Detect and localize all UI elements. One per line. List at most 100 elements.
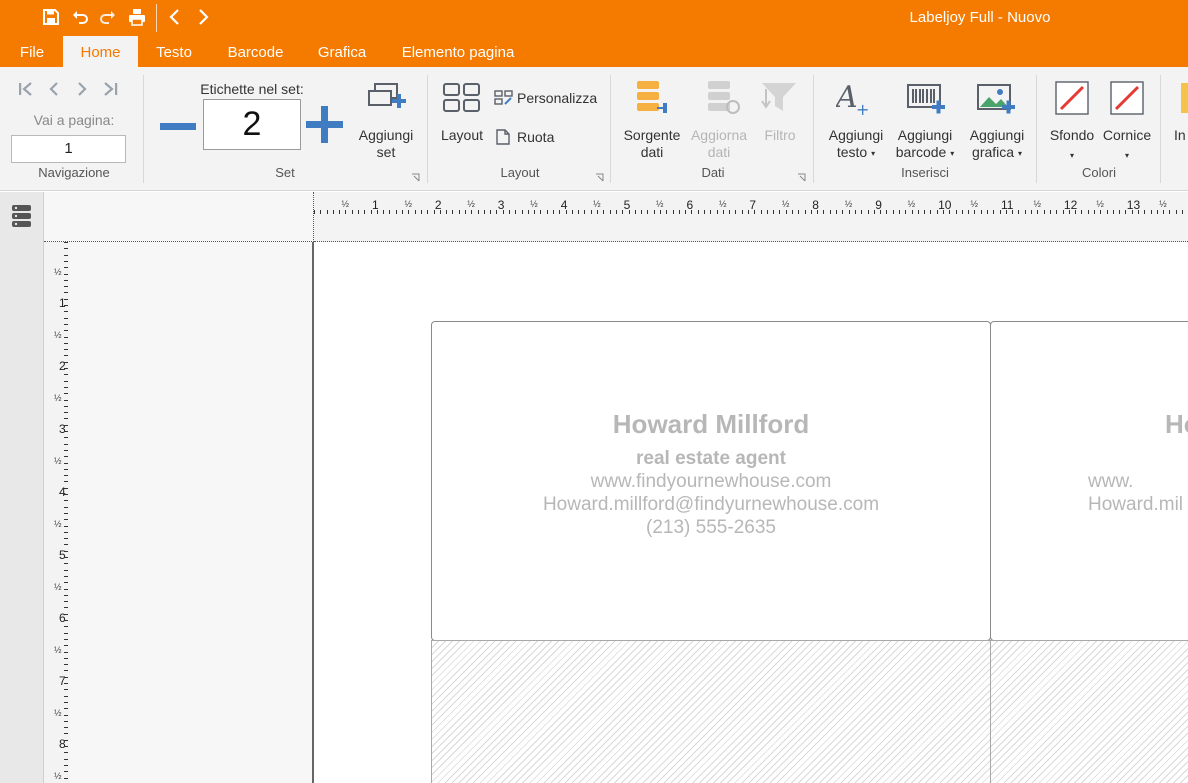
background-color-icon[interactable] [1055, 81, 1089, 120]
add-barcode-icon[interactable] [906, 81, 946, 122]
border-dropdown-icon[interactable]: ▾ [1119, 147, 1135, 164]
add-set-button[interactable]: Aggiungi set [350, 127, 422, 161]
refresh-data-button[interactable]: Aggiorna dati [683, 127, 755, 161]
ruler-tick [936, 210, 938, 214]
ruler-tick [641, 210, 643, 214]
ruler-tick [64, 273, 68, 275]
add-text-button[interactable]: Aggiungi testo ▾ [822, 127, 890, 162]
ruler-tick [1024, 210, 1026, 214]
ruler-half-mark: ½ [54, 455, 62, 466]
partial-icon[interactable] [1181, 83, 1188, 118]
vertical-ruler: 1½2½3½4½5½6½7½8½½ [44, 242, 70, 783]
database-panel-icon[interactable] [11, 204, 33, 235]
redo-icon[interactable] [97, 6, 119, 28]
ruler-tick [1112, 210, 1114, 214]
ruler-tick [1062, 210, 1064, 214]
ruler-tick [930, 210, 932, 214]
border-color-icon[interactable] [1110, 81, 1144, 120]
customize-icon[interactable] [494, 90, 514, 111]
add-set-icon[interactable] [366, 81, 408, 122]
rotate-icon[interactable] [494, 128, 514, 151]
ruler-tick [64, 506, 68, 508]
minus-icon[interactable] [160, 120, 196, 138]
print-icon[interactable] [126, 6, 148, 28]
ruler-tick [64, 657, 68, 659]
ruler-tick [760, 210, 762, 214]
page-number-input[interactable]: 1 [11, 135, 126, 163]
ruler-tick [578, 210, 580, 214]
refresh-data-icon[interactable] [706, 79, 742, 124]
tab-file[interactable]: File [8, 36, 56, 67]
ruler-tick [64, 374, 68, 376]
ruler-tick [64, 670, 68, 672]
ruler-tick [64, 689, 68, 691]
arrow-right-icon[interactable] [192, 6, 214, 28]
tab-home[interactable]: Home [63, 36, 138, 67]
dialog-launcher-icon[interactable] [595, 169, 604, 182]
dialog-launcher-icon[interactable] [411, 169, 420, 182]
arrow-left-icon[interactable] [164, 6, 186, 28]
ruler-tick [1150, 210, 1152, 214]
data-source-icon[interactable] [635, 79, 671, 124]
ruler-tick [974, 210, 976, 214]
labels-in-set-input[interactable]: 2 [203, 99, 301, 150]
undo-icon[interactable] [69, 6, 91, 28]
ruler-tick [1049, 210, 1051, 214]
ruler-tick [64, 305, 68, 306]
label-card[interactable]: Ho www. Howard.mil [990, 321, 1188, 641]
last-page-icon[interactable] [101, 81, 119, 102]
ruler-tick [464, 210, 466, 214]
ruler-tick [697, 210, 699, 214]
background-color-button[interactable]: Sfondo [1044, 127, 1100, 144]
ruler-half-mark: ½ [593, 199, 601, 209]
border-color-button[interactable]: Cornice [1098, 127, 1156, 144]
layout-grid-icon[interactable] [443, 83, 481, 118]
ruler-tick [659, 210, 661, 214]
dialog-launcher-icon[interactable] [797, 169, 806, 182]
tab-elemento-pagina[interactable]: Elemento pagina [392, 36, 524, 67]
ruler-tick [584, 210, 586, 214]
label-card[interactable]: Howard Millford real estate agent www.fi… [431, 321, 991, 641]
background-dropdown-icon[interactable]: ▾ [1064, 147, 1080, 164]
group-label-navigazione: Navigazione [38, 165, 110, 180]
ruler-half-mark: ½ [54, 770, 62, 781]
next-page-icon[interactable] [74, 81, 90, 102]
ruler-tick [452, 210, 454, 214]
tab-testo[interactable]: Testo [146, 36, 202, 67]
ruler-tick [64, 380, 68, 382]
ruler-tick [691, 210, 693, 214]
customize-button[interactable]: Personalizza [517, 90, 603, 107]
layout-button[interactable]: Layout [436, 127, 488, 144]
ruler-tick [64, 638, 68, 640]
ruler-tick [446, 210, 448, 214]
ruler-tick [64, 500, 68, 502]
add-barcode-button[interactable]: Aggiungi barcode ▾ [890, 127, 960, 162]
ruler-tick [358, 210, 360, 214]
ruler-tick [64, 468, 68, 470]
ruler-tick [496, 210, 498, 214]
ruler-tick [955, 210, 957, 214]
ruler-tick [1163, 210, 1165, 214]
quick-access-separator [156, 4, 157, 32]
rotate-button[interactable]: Ruota [517, 129, 577, 146]
ruler-tick [685, 210, 687, 214]
data-source-button[interactable]: Sorgente dati [617, 127, 687, 161]
previous-page-icon[interactable] [46, 81, 62, 102]
ruler-tick [64, 777, 68, 779]
partial-button[interactable]: In [1174, 127, 1188, 144]
ruler-tick [873, 210, 875, 214]
add-graphic-button[interactable]: Aggiungi grafica ▾ [962, 127, 1032, 162]
filter-button[interactable]: Filtro [757, 127, 803, 144]
first-page-icon[interactable] [17, 81, 35, 102]
ruler-tick [905, 210, 907, 214]
save-icon[interactable] [40, 6, 62, 28]
ruler-half-mark: ½ [54, 644, 62, 655]
filter-icon[interactable] [760, 81, 798, 120]
plus-icon[interactable] [306, 106, 343, 148]
add-text-icon[interactable]: A + [833, 79, 876, 122]
add-graphic-icon[interactable] [976, 81, 1016, 122]
ruler-tick [823, 210, 825, 214]
tab-barcode[interactable]: Barcode [218, 36, 293, 67]
ruler-tick [420, 210, 422, 214]
tab-grafica[interactable]: Grafica [308, 36, 376, 67]
